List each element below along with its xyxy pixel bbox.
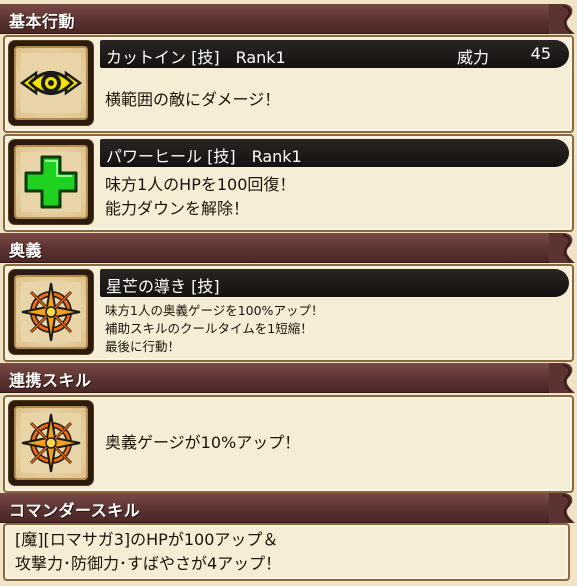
skill-icon-frame	[9, 270, 93, 354]
skill-desc: 横範囲の敵にダメージ！	[105, 90, 281, 109]
skill-name: カットイン [技] Rank1	[106, 48, 286, 67]
skill-name-bar: 星芒の導き [技]	[100, 269, 569, 297]
skill-desc: 奥義ゲージが10%アップ！	[105, 433, 301, 452]
skill-icon-frame	[9, 140, 93, 224]
section-header-basic: 基本行動	[0, 4, 577, 34]
commander-desc-line1: [魔][ロマサガ3]のHPが100アップ＆	[15, 530, 279, 549]
power-value: 45	[530, 44, 551, 63]
ribbon-curl-icon	[549, 4, 575, 34]
commander-desc-line2: 攻撃力･防御力･すばやさが4アップ！	[15, 554, 282, 573]
compass-star-icon	[21, 282, 81, 342]
eye-icon	[19, 53, 83, 113]
skill-desc-line2: 能力ダウンを解除！	[105, 199, 250, 218]
skill-card-renkei[interactable]: 奥義ゲージが10%アップ！	[3, 395, 574, 493]
skill-name-bar: パワーヒール [技] Rank1	[100, 139, 569, 167]
skill-name-bar: カットイン [技] Rank1 威力 45	[100, 40, 569, 68]
section-title: 連携スキル	[9, 371, 92, 390]
ribbon-curl-icon	[549, 233, 575, 263]
cross-heal-icon	[21, 152, 81, 212]
power-label: 威力	[457, 48, 490, 67]
ribbon-curl-icon	[549, 363, 575, 393]
skill-desc-line3: 最後に行動！	[105, 339, 181, 354]
compass-star-icon	[21, 413, 81, 473]
skill-card-powerheal[interactable]: パワーヒール [技] Rank1 味方1人のHPを100回復！ 能力ダウンを解除…	[3, 134, 574, 232]
skill-card-hoshi[interactable]: 星芒の導き [技] 味方1人の奥義ゲージを100%アップ！ 補助スキルのクールタ…	[3, 264, 574, 362]
section-header-renkei: 連携スキル	[0, 363, 577, 393]
commander-skill-card: [魔][ロマサガ3]のHPが100アップ＆ 攻撃力･防御力･すばやさが4アップ！	[3, 523, 570, 581]
skill-panel: 基本行動 カットイン [技] Rank1 威力 45 横範囲の敵にダメージ！ パ…	[0, 0, 577, 586]
skill-icon-frame	[9, 41, 93, 125]
skill-card-cutin[interactable]: カットイン [技] Rank1 威力 45 横範囲の敵にダメージ！	[3, 35, 574, 133]
section-title: 基本行動	[9, 12, 76, 31]
section-header-commander: コマンダースキル	[0, 493, 577, 523]
ribbon-curl-icon	[549, 493, 575, 523]
section-title: コマンダースキル	[9, 501, 141, 520]
section-title: 奥義	[9, 241, 43, 260]
skill-desc-line1: 味方1人の奥義ゲージを100%アップ！	[105, 303, 324, 318]
skill-desc-line1: 味方1人のHPを100回復！	[105, 175, 296, 194]
skill-name: 星芒の導き [技]	[106, 277, 220, 296]
skill-icon-frame	[9, 401, 93, 485]
skill-desc-line2: 補助スキルのクールタイムを1短縮！	[105, 321, 313, 336]
section-header-ougi: 奥義	[0, 233, 577, 263]
skill-name: パワーヒール [技] Rank1	[106, 147, 302, 166]
